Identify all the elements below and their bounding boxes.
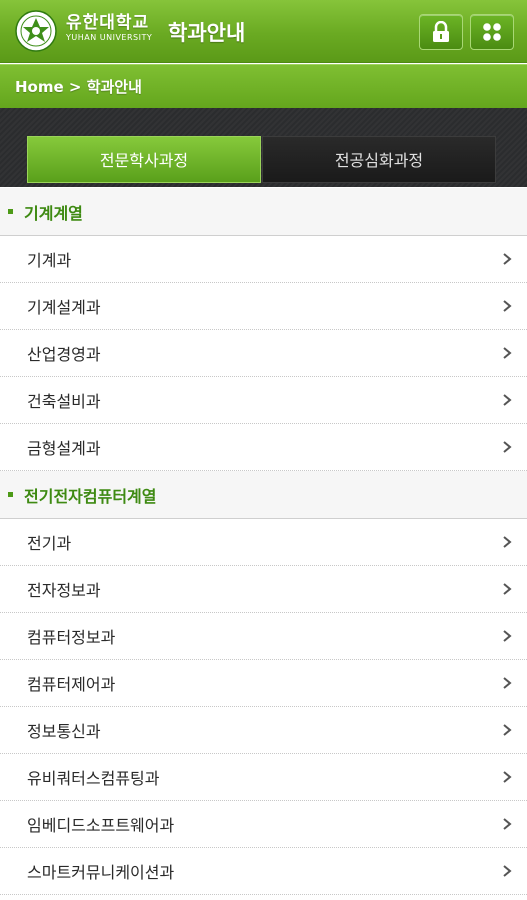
list-item[interactable]: 임베디드소프트웨어과 bbox=[0, 801, 527, 848]
chevron-right-icon bbox=[503, 724, 512, 736]
chevron-right-icon bbox=[503, 253, 512, 265]
department-label: 스마트커뮤니케이션과 bbox=[27, 863, 175, 882]
page-title: 학과안내 bbox=[168, 21, 246, 45]
department-label: 유비쿼터스컴퓨팅과 bbox=[27, 769, 160, 788]
list-item[interactable]: 산업경영과 bbox=[0, 330, 527, 377]
lock-icon bbox=[433, 21, 449, 42]
department-label: 임베디드소프트웨어과 bbox=[27, 816, 175, 835]
chevron-right-icon bbox=[503, 441, 512, 453]
course-tabs: 전문학사과정 전공심화과정 bbox=[0, 108, 527, 187]
login-button[interactable] bbox=[419, 14, 463, 50]
breadcrumb-home-link[interactable]: Home bbox=[15, 78, 64, 96]
breadcrumb-separator: > bbox=[63, 78, 87, 96]
department-label: 기계설계과 bbox=[27, 298, 101, 317]
department-label: 컴퓨터정보과 bbox=[27, 628, 116, 647]
department-list: 기계계열 기계과 기계설계과 산업경영과 건축설비과 금형설계과 전기전자컴퓨터… bbox=[0, 188, 527, 895]
list-item[interactable]: 기계설계과 bbox=[0, 283, 527, 330]
chevron-right-icon bbox=[503, 630, 512, 642]
chevron-right-icon bbox=[503, 347, 512, 359]
tab-associate-degree[interactable]: 전문학사과정 bbox=[27, 136, 261, 183]
chevron-right-icon bbox=[503, 394, 512, 406]
list-item[interactable]: 유비쿼터스컴퓨팅과 bbox=[0, 754, 527, 801]
all-menu-button[interactable] bbox=[470, 14, 514, 50]
department-label: 정보통신과 bbox=[27, 722, 101, 741]
logo-korean: 유한대학교 bbox=[66, 13, 150, 33]
list-item[interactable]: 금형설계과 bbox=[0, 424, 527, 471]
section-header: 전기전자컴퓨터계열 bbox=[0, 471, 527, 519]
bullet-icon bbox=[8, 492, 13, 497]
list-item[interactable]: 기계과 bbox=[0, 236, 527, 283]
logo-english: YUHAN UNIVERSITY bbox=[66, 33, 153, 42]
department-label: 기계과 bbox=[27, 251, 72, 270]
list-item[interactable]: 정보통신과 bbox=[0, 707, 527, 754]
bullet-icon bbox=[8, 209, 13, 214]
department-label: 컴퓨터제어과 bbox=[27, 675, 116, 694]
list-item[interactable]: 건축설비과 bbox=[0, 377, 527, 424]
department-label: 전기과 bbox=[27, 534, 72, 553]
department-label: 산업경영과 bbox=[27, 345, 101, 364]
chevron-right-icon bbox=[503, 771, 512, 783]
list-item[interactable]: 컴퓨터제어과 bbox=[0, 660, 527, 707]
department-label: 전자정보과 bbox=[27, 581, 101, 600]
tab-advanced-major[interactable]: 전공심화과정 bbox=[262, 136, 496, 183]
list-item[interactable]: 전자정보과 bbox=[0, 566, 527, 613]
section-title: 기계계열 bbox=[24, 203, 83, 223]
department-label: 건축설비과 bbox=[27, 392, 101, 411]
breadcrumb-current: 학과안내 bbox=[86, 78, 142, 96]
section-title: 전기전자컴퓨터계열 bbox=[24, 486, 157, 506]
chevron-right-icon bbox=[503, 865, 512, 877]
breadcrumb: Home > 학과안내 bbox=[0, 64, 527, 108]
chevron-right-icon bbox=[503, 536, 512, 548]
app-header: 유한대학교 YUHAN UNIVERSITY 학과안내 bbox=[0, 0, 527, 63]
list-item[interactable]: 스마트커뮤니케이션과 bbox=[0, 848, 527, 895]
grid-menu-icon bbox=[483, 23, 501, 41]
list-item[interactable]: 전기과 bbox=[0, 519, 527, 566]
chevron-right-icon bbox=[503, 300, 512, 312]
chevron-right-icon bbox=[503, 583, 512, 595]
department-label: 금형설계과 bbox=[27, 439, 101, 458]
list-item[interactable]: 컴퓨터정보과 bbox=[0, 613, 527, 660]
section-header: 기계계열 bbox=[0, 188, 527, 236]
university-emblem-icon[interactable] bbox=[14, 9, 58, 53]
chevron-right-icon bbox=[503, 677, 512, 689]
chevron-right-icon bbox=[503, 818, 512, 830]
university-logo-text: 유한대학교 YUHAN UNIVERSITY bbox=[66, 14, 152, 43]
